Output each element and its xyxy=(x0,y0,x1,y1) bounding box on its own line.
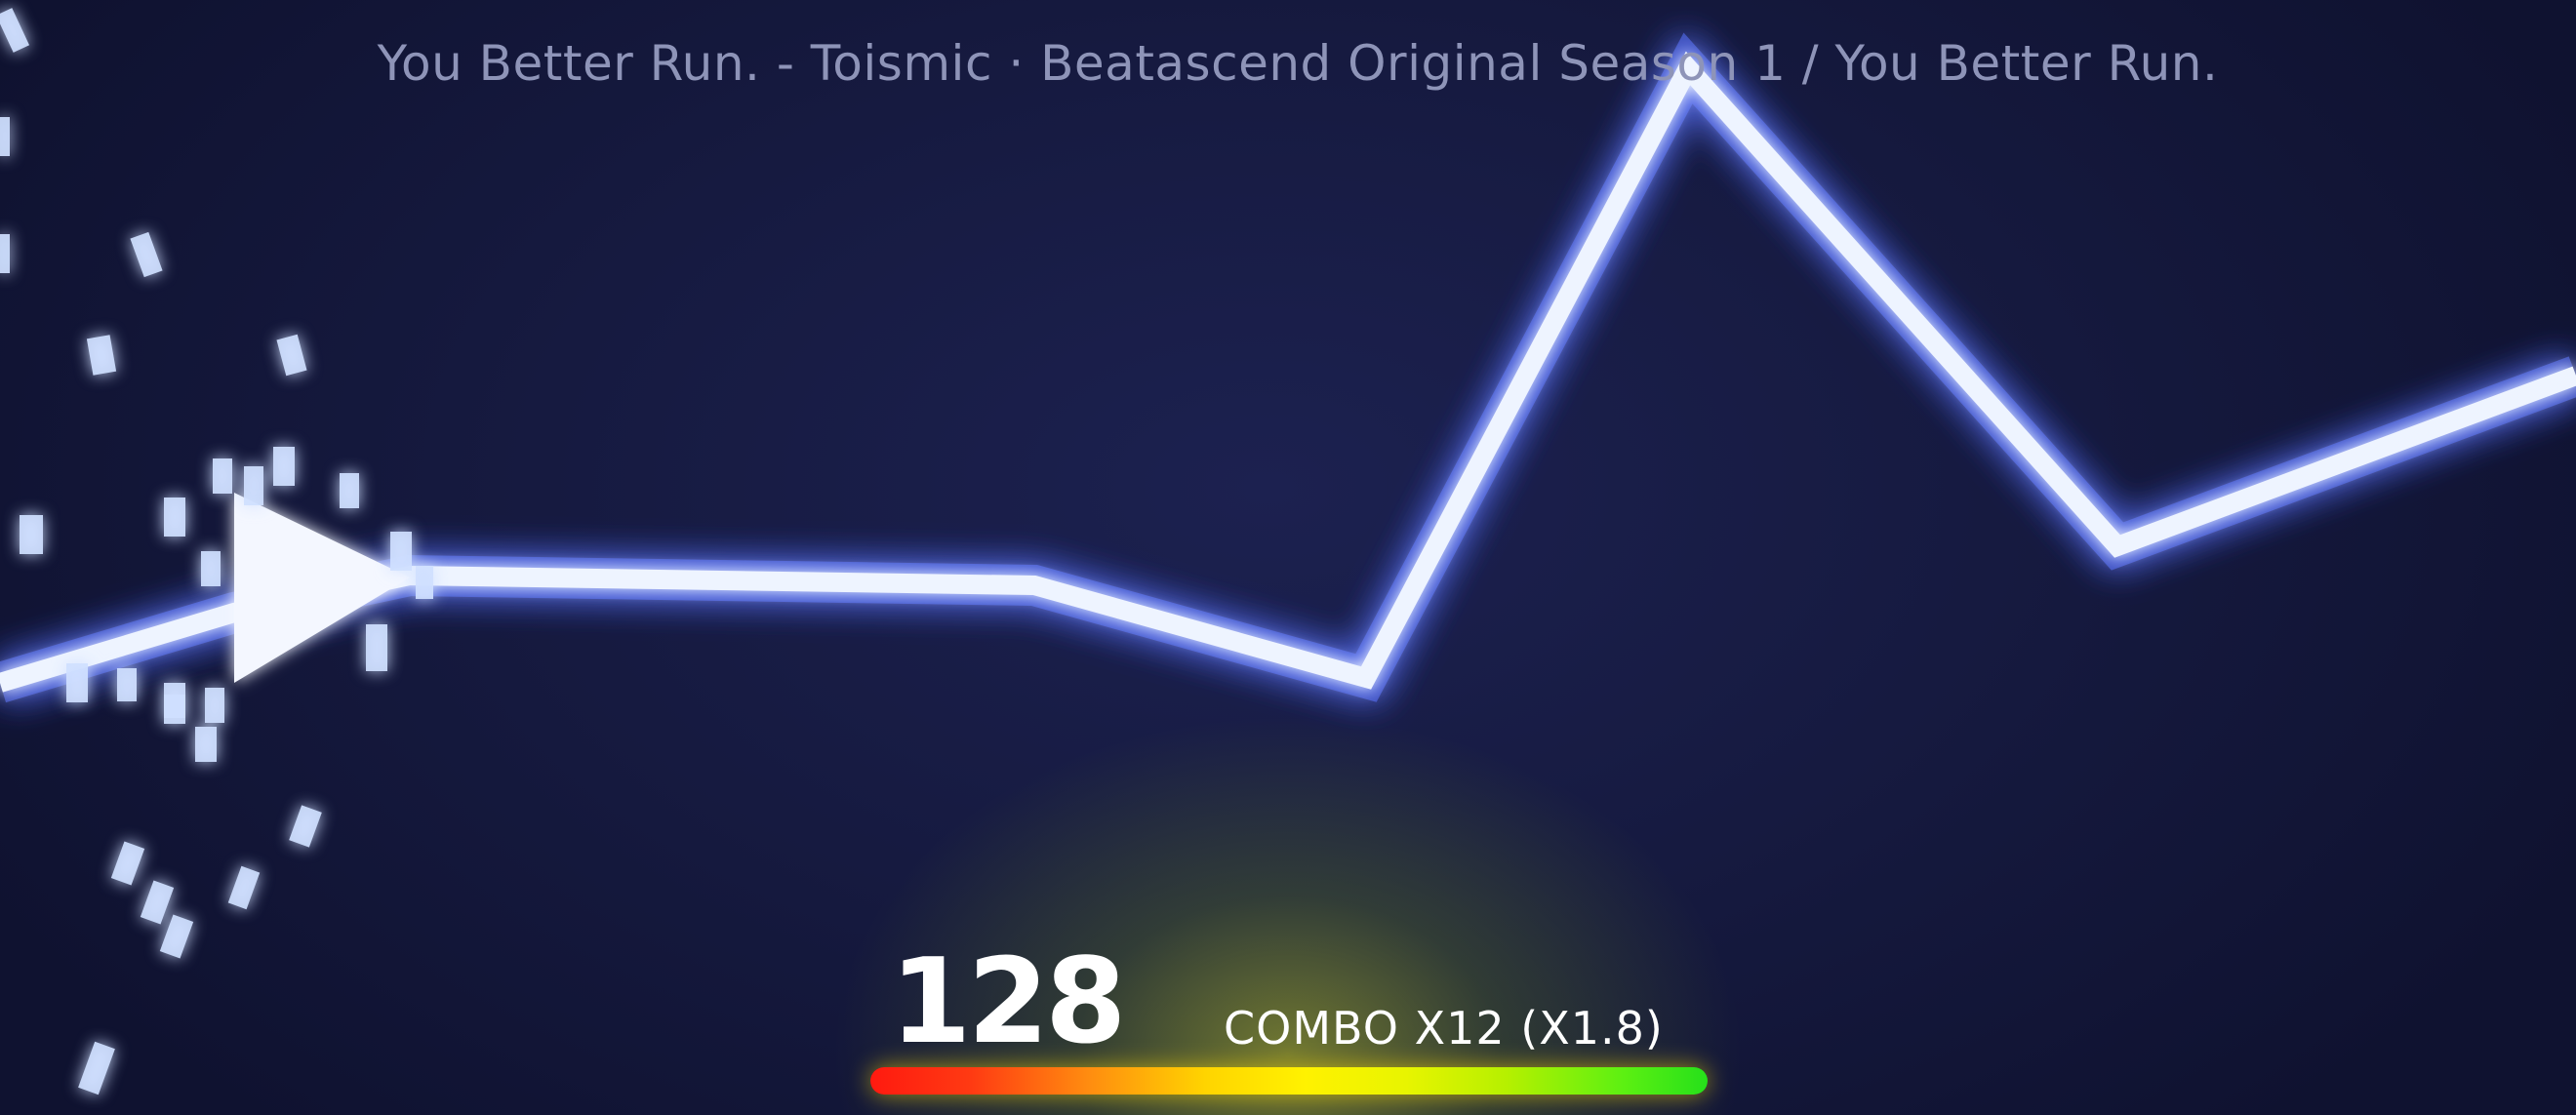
combo-multiplier: COMBO X12 (X1.8) xyxy=(1224,1002,1664,1055)
particle-debris xyxy=(0,8,433,1095)
score-counter: 128 xyxy=(890,935,1126,1070)
game-scene xyxy=(0,8,2576,1095)
health-meter-bar xyxy=(870,1067,1708,1095)
song-title: You Better Run. - Toismic · Beatascend O… xyxy=(377,35,2219,92)
game-stage: You Better Run. - Toismic · Beatascend O… xyxy=(0,0,2576,1115)
